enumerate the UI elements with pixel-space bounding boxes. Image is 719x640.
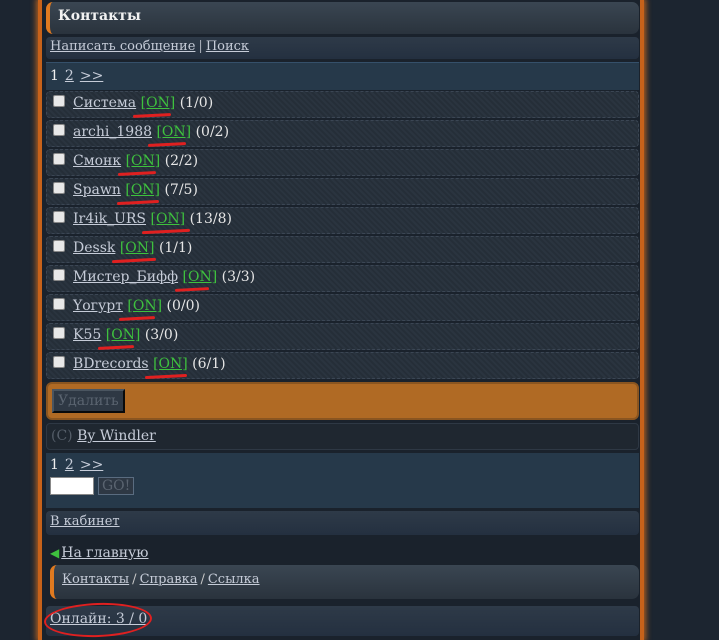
page-title: Контакты (46, 2, 639, 34)
contact-checkbox[interactable] (53, 240, 65, 252)
search-link[interactable]: Поиск (206, 39, 249, 54)
message-counts: (0/2) (195, 124, 230, 140)
footer-links: Контакты / Справка / Ссылка (50, 565, 639, 599)
online-status: [ON] (125, 153, 161, 169)
annotation-underline (147, 142, 187, 147)
annotation-underline (174, 287, 210, 292)
online-status: [ON] (119, 240, 155, 256)
contact-name-link[interactable]: K55 (73, 327, 101, 343)
message-counts: (2/2) (164, 153, 199, 169)
cabinet-bar: В кабинет (46, 511, 639, 535)
online-status: [ON] (150, 211, 186, 227)
message-counts: (1/1) (158, 240, 193, 256)
contact-row: BDrecords [ON] (6/1) (46, 352, 639, 380)
go-button[interactable]: GO! (98, 477, 135, 495)
page-container: Контакты Написать сообщение | Поиск 1 2 >> С… (42, 0, 640, 640)
footer-contacts-link[interactable]: Контакты (62, 572, 129, 587)
contact-row: archi_1988 [ON] (0/2) (46, 120, 639, 147)
message-counts: (6/1) (192, 356, 226, 372)
footer-link-link[interactable]: Ссылка (208, 572, 260, 587)
message-counts: (3/0) (144, 327, 179, 343)
contact-row: Ir4ik_URS [ON] (13/8) (46, 207, 639, 235)
current-page-bottom: 1 (50, 457, 59, 473)
pagination-top: 1 2 >> (46, 62, 639, 90)
page-2-link[interactable]: 2 (65, 68, 74, 84)
contact-name-link[interactable]: Смонк (73, 153, 121, 169)
contact-checkbox[interactable] (53, 153, 65, 165)
annotation-underline (118, 316, 156, 321)
contact-row: Dessk [ON] (1/1) (46, 236, 639, 264)
arrow-left-icon: ◀ (50, 546, 60, 560)
contact-name-link[interactable]: Dessk (73, 240, 115, 256)
online-status: [ON] (105, 327, 141, 343)
delete-bar: Удалить (46, 382, 639, 420)
menu-bar: Написать сообщение | Поиск (46, 37, 639, 59)
pagination-bottom: 1 2 >> GO! (46, 453, 639, 508)
contact-row: Смонк [ON] (2/2) (46, 149, 639, 176)
annotation-underline (116, 199, 160, 206)
contact-name-link[interactable]: archi_1988 (73, 124, 152, 140)
footer-help-link[interactable]: Справка (140, 572, 198, 587)
contact-checkbox[interactable] (53, 356, 65, 368)
message-counts: (3/3) (221, 269, 256, 285)
footer-separator: / (132, 572, 137, 587)
message-counts: (1/0) (179, 95, 214, 111)
contact-row: K55 [ON] (3/0) (46, 323, 639, 350)
delete-button[interactable]: Удалить (52, 389, 125, 413)
contact-checkbox[interactable] (53, 327, 65, 339)
contact-checkbox[interactable] (53, 124, 65, 136)
page-jump-row: GO! (50, 477, 635, 495)
contact-name-link[interactable]: Система (73, 95, 136, 111)
contact-checkbox[interactable] (53, 269, 65, 281)
cabinet-link[interactable]: В кабинет (50, 514, 120, 529)
message-counts: (7/5) (164, 182, 198, 198)
page-2-link-bottom[interactable]: 2 (65, 457, 74, 473)
current-page: 1 (50, 68, 59, 84)
home-row: ◀ На главную (50, 545, 148, 561)
online-status: [ON] (125, 182, 161, 198)
online-status: [ON] (140, 95, 176, 111)
contact-name-link[interactable]: BDrecords (73, 356, 149, 372)
annotation-underline (111, 257, 157, 264)
contact-name-link[interactable]: Yогурт (73, 298, 123, 314)
contact-row: Yогурт [ON] (0/0) (46, 294, 639, 321)
annotation-underline (132, 113, 172, 118)
online-status: [ON] (182, 269, 218, 285)
annotation-underline (144, 373, 188, 380)
message-counts: (0/0) (166, 298, 200, 314)
contact-name-link[interactable]: Spawn (73, 182, 121, 198)
online-status: [ON] (153, 356, 188, 372)
annotation-underline (141, 228, 191, 235)
contact-name-link[interactable]: Ir4ik_URS (73, 211, 146, 227)
contact-row: Spawn [ON] (7/5) (46, 178, 639, 206)
menu-separator: | (198, 39, 203, 54)
write-message-link[interactable]: Написать сообщение (50, 39, 195, 54)
contact-checkbox[interactable] (53, 182, 65, 194)
contact-name-link[interactable]: Мистер_Бифф (73, 269, 178, 285)
home-link[interactable]: На главную (61, 545, 148, 561)
page-number-input[interactable] (50, 477, 94, 495)
contact-row: Мистер_Бифф [ON] (3/3) (46, 265, 639, 292)
credit-line: (C) By Windler (46, 423, 639, 450)
next-page-link-bottom[interactable]: >> (80, 457, 103, 473)
online-status: [ON] (156, 124, 192, 140)
next-page-link[interactable]: >> (80, 68, 103, 84)
message-counts: (13/8) (189, 211, 232, 227)
footer-separator: / (200, 572, 205, 587)
contact-checkbox[interactable] (53, 211, 65, 223)
annotation-underline (117, 171, 157, 176)
copyright-mark: (C) (51, 428, 73, 444)
page-title-text: Контакты (58, 8, 141, 24)
contact-checkbox[interactable] (53, 298, 65, 310)
annotation-underline (97, 345, 135, 350)
right-border-glow (640, 0, 644, 640)
online-status: [ON] (127, 298, 163, 314)
contact-checkbox[interactable] (53, 95, 65, 107)
author-link[interactable]: By Windler (77, 428, 156, 444)
contact-row: Система [ON] (1/0) (46, 91, 639, 118)
